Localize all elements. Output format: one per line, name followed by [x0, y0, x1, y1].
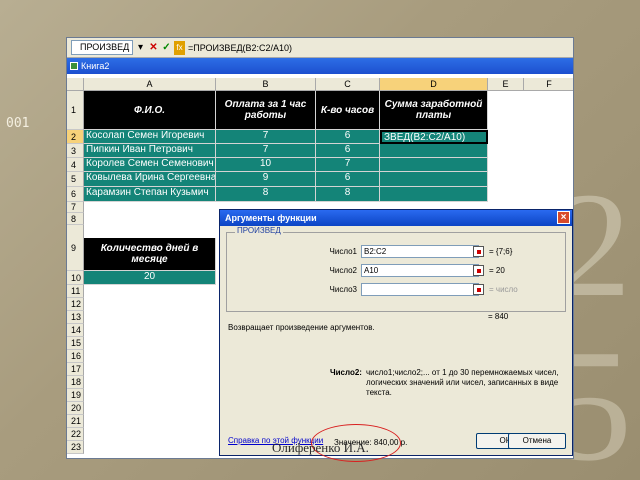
cell-rate[interactable]: 7 — [216, 144, 316, 158]
row-header[interactable]: 18 — [67, 376, 84, 389]
close-icon[interactable]: × — [557, 211, 570, 224]
column-header-b[interactable]: B — [216, 78, 316, 91]
cell-hours[interactable]: 8 — [316, 187, 380, 202]
cell-name[interactable]: Королев Семен Семенович — [84, 158, 216, 172]
arg-input-2[interactable]: A10 — [361, 264, 479, 277]
cell-hours[interactable]: 6 — [316, 130, 380, 144]
cancel-button[interactable]: Отмена — [508, 433, 566, 449]
row-header[interactable]: 22 — [67, 428, 84, 441]
column-header-e[interactable]: E — [488, 78, 524, 91]
collapse-dialog-icon[interactable] — [473, 284, 484, 295]
row-header[interactable]: 9 — [67, 225, 84, 271]
function-description: Возвращает произведение аргументов. — [228, 323, 375, 332]
arg-label-2: Число2 — [329, 266, 357, 275]
column-headers: A B C D E F — [67, 78, 573, 91]
column-header-c[interactable]: C — [316, 78, 380, 91]
row-header[interactable]: 20 — [67, 402, 84, 415]
name-box[interactable]: ПРОИЗВЕД — [71, 40, 133, 55]
cell-rate[interactable]: 8 — [216, 187, 316, 202]
arguments-group: ПРОИЗВЕД Число1 B2:C2 = {7;6} Число2 A10… — [226, 226, 566, 312]
row-header[interactable]: 10 — [67, 271, 84, 285]
arg-result-1: = {7;6} — [489, 247, 513, 256]
cell-days-value[interactable]: 20 — [84, 271, 216, 285]
row-header[interactable]: 6 — [67, 187, 84, 202]
row-header[interactable]: 14 — [67, 324, 84, 337]
row-header[interactable]: 16 — [67, 350, 84, 363]
workbook-title-bar: Книга2 — [67, 58, 573, 74]
row-header[interactable]: 3 — [67, 144, 84, 158]
arg-help-title: Число2: — [330, 368, 362, 377]
total-result: = 840 — [488, 312, 509, 321]
group-label: ПРОИЗВЕД — [235, 226, 283, 235]
select-all-corner[interactable] — [67, 78, 84, 91]
row-header[interactable]: 23 — [67, 441, 84, 454]
cell-name[interactable]: Косолап Семен Игоревич — [84, 130, 216, 144]
cell-rate[interactable]: 9 — [216, 172, 316, 187]
row-header[interactable]: 11 — [67, 285, 84, 298]
cell-salary[interactable] — [380, 144, 488, 158]
header-salary[interactable]: Сумма заработной платы — [380, 91, 488, 130]
row-header[interactable]: 2 — [67, 130, 84, 144]
header-rate[interactable]: Оплата за 1 час работы — [216, 91, 316, 130]
cell-hours[interactable]: 7 — [316, 158, 380, 172]
cell-salary[interactable] — [380, 172, 488, 187]
cell-name[interactable]: Карамзин Степан Кузьмич — [84, 187, 216, 202]
cell-rate[interactable]: 7 — [216, 130, 316, 144]
workbook-icon — [70, 62, 78, 70]
cell-name[interactable]: Пипкин Иван Петрович — [84, 144, 216, 158]
row-header[interactable]: 21 — [67, 415, 84, 428]
arg-label-1: Число1 — [329, 247, 357, 256]
arg-label-3: Число3 — [329, 285, 357, 294]
arg-input-1[interactable]: B2:C2 — [361, 245, 479, 258]
cell-salary[interactable] — [380, 187, 488, 202]
row-header[interactable]: 12 — [67, 298, 84, 311]
dialog-title: Аргументы функции — [225, 213, 317, 223]
row-header[interactable]: 5 — [67, 172, 84, 187]
column-header-f[interactable]: F — [524, 78, 573, 91]
workbook-title: Книга2 — [81, 61, 110, 71]
cell-hours[interactable]: 6 — [316, 144, 380, 158]
chevron-down-icon[interactable]: ▾ — [135, 41, 146, 55]
cell-name[interactable]: Ковылева Ирина Сергеевна — [84, 172, 216, 187]
header-days-in-month[interactable]: Количество дней в месяце — [84, 238, 216, 271]
cell-rate[interactable]: 10 — [216, 158, 316, 172]
arg-result-3: = число — [489, 285, 518, 294]
arg-help-text: число1;число2;... от 1 до 30 перемножаем… — [366, 368, 559, 397]
formula-bar: ПРОИЗВЕД ▾ ✕ ✓ fx =ПРОИЗВЕД(B2:C2/A10) — [67, 38, 573, 58]
arg-result-2: = 20 — [489, 266, 505, 275]
active-cell-d2[interactable]: ЗВЕД(B2:C2/A10) — [380, 130, 488, 144]
fx-icon[interactable]: fx — [174, 40, 185, 55]
row-header[interactable]: 8 — [67, 213, 84, 225]
slide-number: 001 — [6, 116, 30, 131]
row-header[interactable]: 13 — [67, 311, 84, 324]
row-header[interactable]: 4 — [67, 158, 84, 172]
column-header-d[interactable]: D — [380, 78, 488, 91]
row-header[interactable]: 17 — [67, 363, 84, 376]
collapse-dialog-icon[interactable] — [473, 265, 484, 276]
formula-input[interactable]: =ПРОИЗВЕД(B2:C2/A10) — [188, 43, 292, 53]
arg-input-3[interactable] — [361, 283, 479, 296]
row-header[interactable]: 19 — [67, 389, 84, 402]
check-icon[interactable]: ✓ — [161, 41, 172, 55]
author-caption: Олиференко И.А. — [272, 440, 369, 455]
collapse-dialog-icon[interactable] — [473, 246, 484, 257]
cell-hours[interactable]: 6 — [316, 172, 380, 187]
row-header[interactable]: 1 — [67, 91, 84, 130]
cell-salary[interactable] — [380, 158, 488, 172]
function-arguments-dialog: Аргументы функции × ПРОИЗВЕД Число1 B2:C… — [219, 209, 573, 456]
header-hours[interactable]: К-во часов — [316, 91, 380, 130]
x-icon[interactable]: ✕ — [148, 41, 159, 55]
header-fio[interactable]: Ф.И.О. — [84, 91, 216, 130]
row-header[interactable]: 15 — [67, 337, 84, 350]
column-header-a[interactable]: A — [84, 78, 216, 91]
row-header[interactable]: 7 — [67, 202, 84, 213]
dialog-title-bar[interactable]: Аргументы функции × — [220, 210, 572, 226]
